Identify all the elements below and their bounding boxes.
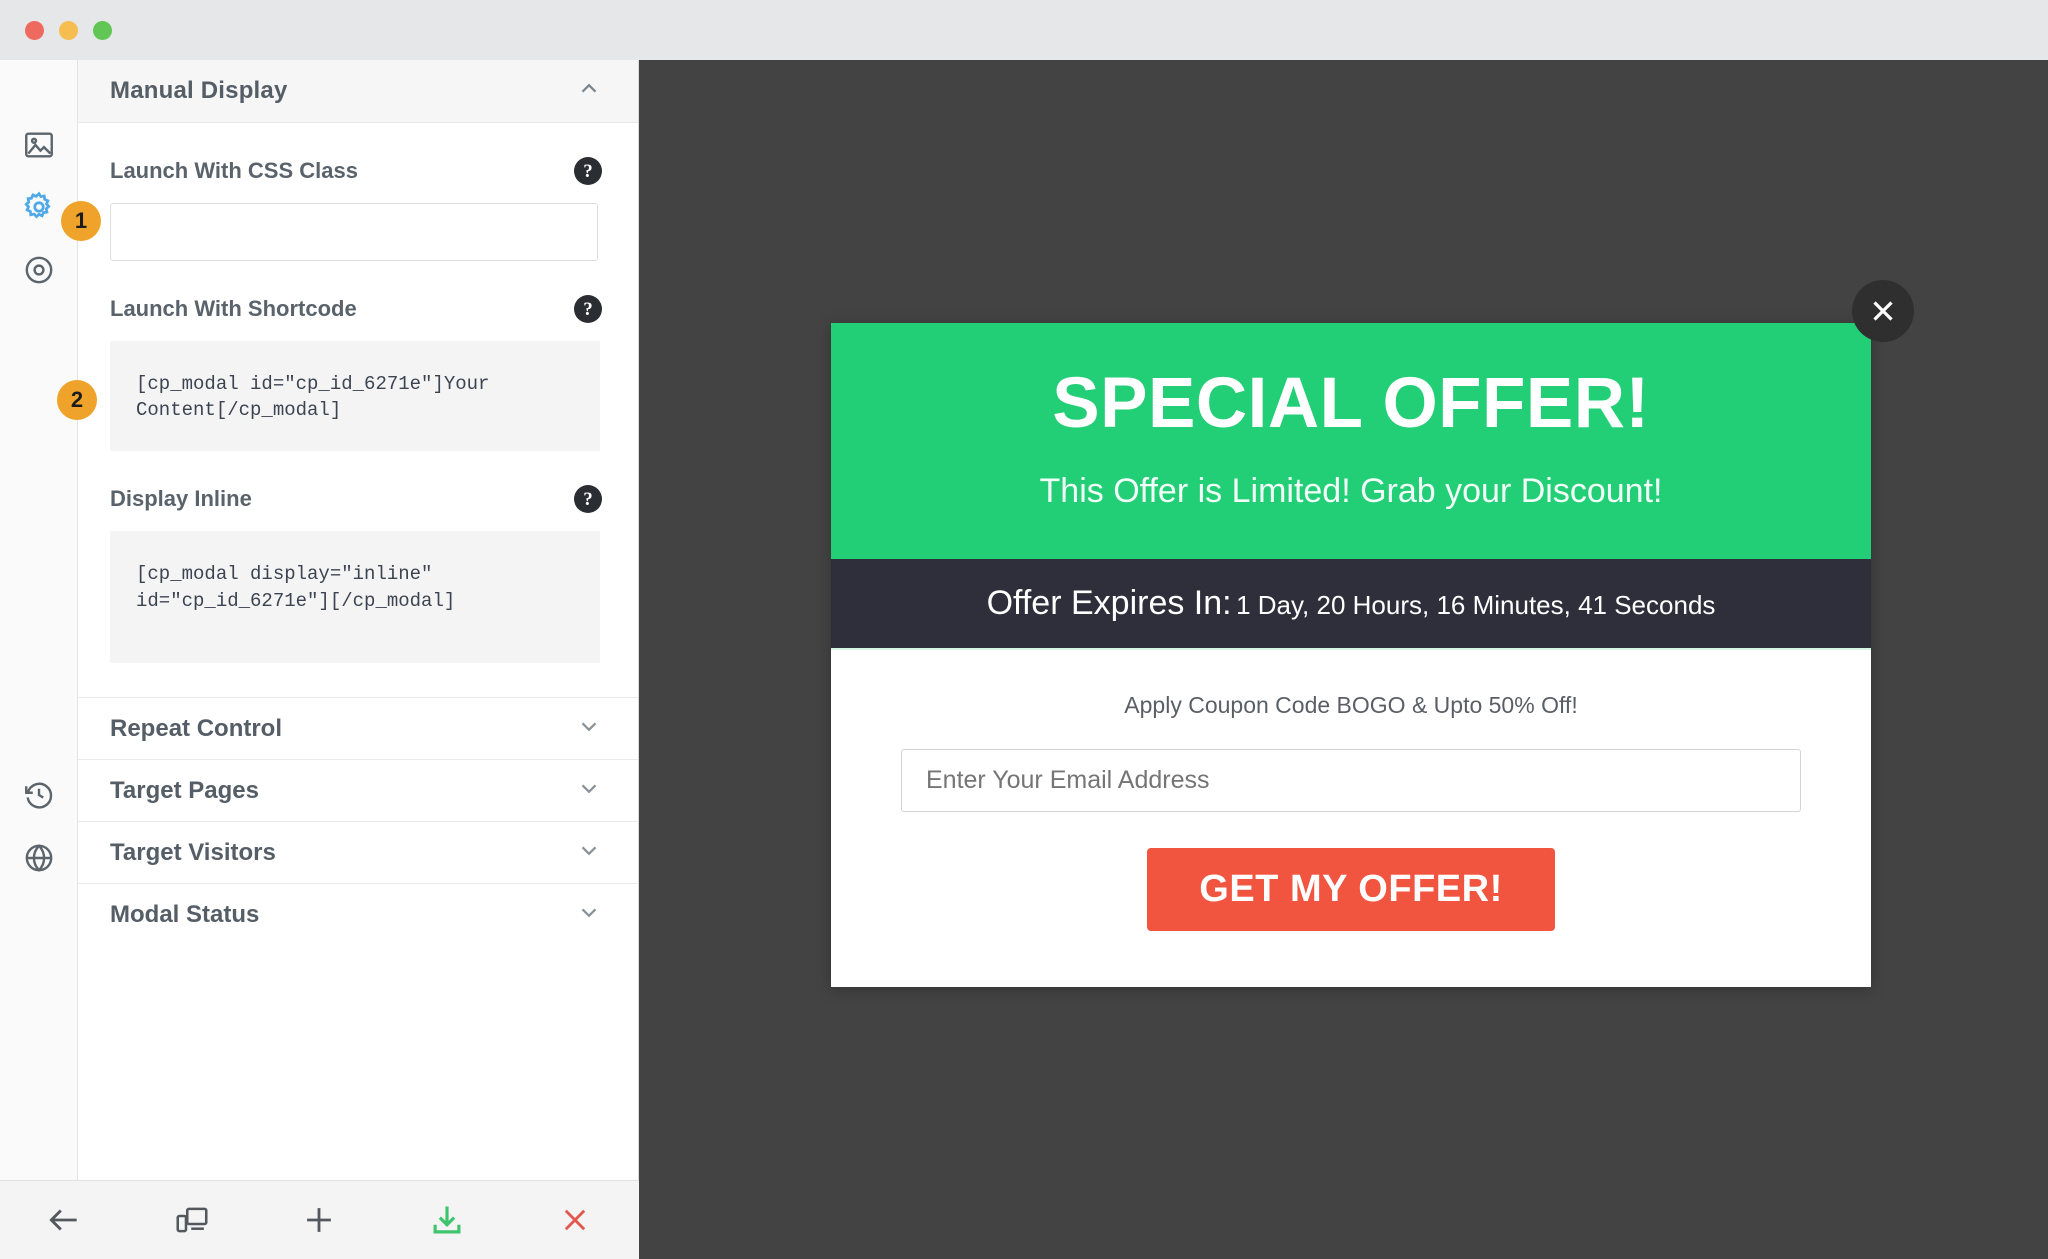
icon-rail — [0, 60, 78, 1259]
modal-close-icon[interactable] — [1852, 280, 1914, 342]
accordion-label: Target Pages — [110, 776, 259, 804]
chevron-up-icon[interactable] — [576, 76, 602, 107]
sidebar-item-modal-status[interactable]: Modal Status — [78, 883, 638, 946]
image-icon[interactable] — [19, 125, 59, 165]
panel-spacer — [78, 663, 638, 697]
shortcode-code-block[interactable]: [cp_modal id="cp_id_6271e"]Your Content[… — [110, 341, 600, 452]
window-traffic-lights — [25, 21, 112, 40]
accordion-label: Target Visitors — [110, 838, 276, 866]
modal-title: SPECIAL OFFER! — [1052, 364, 1650, 443]
modal-subtitle: This Offer is Limited! Grab your Discoun… — [1039, 471, 1663, 510]
window-close-button[interactable] — [25, 21, 44, 40]
field-launch-with-shortcode: Launch With Shortcode ? [cp_modal id="cp… — [78, 261, 638, 452]
sidebar-item-target-visitors[interactable]: Target Visitors — [78, 821, 638, 884]
accordion-label: Repeat Control — [110, 714, 283, 742]
countdown-value: 1 Day, 20 Hours, 16 Minutes, 41 Seconds — [1236, 589, 1716, 620]
responsive-preview-icon[interactable] — [128, 1181, 256, 1259]
modal-header: SPECIAL OFFER! This Offer is Limited! Gr… — [831, 323, 1871, 559]
close-x-icon[interactable] — [511, 1181, 639, 1259]
field-label: Launch With Shortcode — [110, 296, 357, 321]
save-download-icon[interactable] — [383, 1181, 511, 1259]
window-titlebar — [0, 0, 2048, 60]
help-icon[interactable]: ? — [574, 295, 602, 323]
chevron-down-icon[interactable] — [576, 837, 602, 868]
chevron-down-icon[interactable] — [576, 713, 602, 744]
modal-preview-canvas: SPECIAL OFFER! This Offer is Limited! Gr… — [639, 60, 2048, 1259]
bottom-toolbar — [0, 1180, 639, 1259]
email-field[interactable] — [901, 748, 1801, 812]
coupon-text: Apply Coupon Code BOGO & Upto 50% Off! — [1124, 691, 1578, 718]
panel-body: Launch With CSS Class ? Launch With Shor… — [78, 123, 638, 1259]
section-title: Manual Display — [110, 77, 288, 104]
field-display-inline: Display Inline ? [cp_modal display="inli… — [78, 451, 638, 664]
help-icon[interactable]: ? — [574, 485, 602, 514]
sidebar-item-repeat-control[interactable]: Repeat Control — [78, 697, 638, 760]
accordion-label: Modal Status — [110, 900, 260, 928]
settings-panel: Manual Display Launch With CSS Class ? L… — [78, 60, 639, 1259]
chevron-down-icon[interactable] — [576, 775, 602, 806]
get-my-offer-button[interactable]: GET MY OFFER! — [1147, 847, 1555, 931]
target-icon[interactable] — [19, 250, 59, 290]
window-maximize-button[interactable] — [93, 21, 112, 40]
field-launch-with-css-class: Launch With CSS Class ? — [78, 123, 638, 261]
field-label: Display Inline — [110, 486, 252, 512]
field-label: Launch With CSS Class — [110, 158, 358, 183]
step-badge-2: 2 — [57, 380, 97, 420]
manual-display-section-header[interactable]: Manual Display — [78, 60, 638, 123]
back-arrow-icon[interactable] — [0, 1181, 128, 1259]
modal-body: Apply Coupon Code BOGO & Upto 50% Off! G… — [831, 649, 1871, 987]
add-plus-icon[interactable] — [256, 1181, 384, 1259]
sidebar-item-target-pages[interactable]: Target Pages — [78, 759, 638, 822]
css-class-input[interactable] — [110, 203, 598, 261]
countdown-bar: Offer Expires In: 1 Day, 20 Hours, 16 Mi… — [831, 558, 1871, 650]
special-offer-modal: SPECIAL OFFER! This Offer is Limited! Gr… — [831, 280, 1914, 987]
window-minimize-button[interactable] — [59, 21, 78, 40]
app-root: Manual Display Launch With CSS Class ? L… — [0, 0, 2048, 1259]
inline-shortcode-code-block[interactable]: [cp_modal display="inline" id="cp_id_627… — [110, 531, 600, 664]
step-badge-1: 1 — [61, 201, 101, 241]
help-icon[interactable]: ? — [574, 157, 602, 185]
gear-icon[interactable] — [19, 187, 59, 227]
history-icon[interactable] — [19, 775, 59, 815]
globe-icon[interactable] — [19, 838, 59, 878]
countdown-label: Offer Expires In: — [986, 583, 1232, 622]
chevron-down-icon[interactable] — [576, 899, 602, 930]
